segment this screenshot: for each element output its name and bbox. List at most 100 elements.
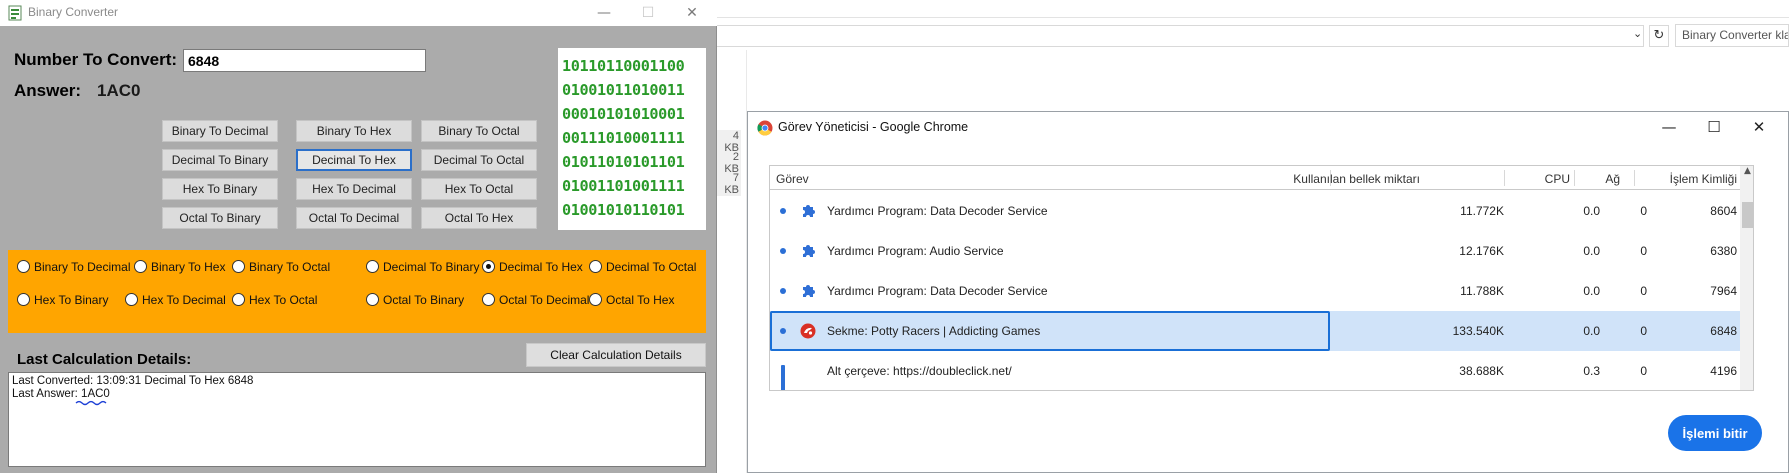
row-bullet: [780, 208, 786, 214]
binary-line: 01011010101101: [562, 153, 685, 171]
decimal-to-binary-button[interactable]: Decimal To Binary: [162, 149, 278, 171]
radio-decimal-to-octal[interactable]: Decimal To Octal: [589, 259, 696, 275]
binary-to-hex-button[interactable]: Binary To Hex: [296, 120, 412, 142]
frame-icon: [781, 365, 785, 390]
radio-binary-to-decimal[interactable]: Binary To Decimal: [17, 259, 130, 275]
cpu-value: 0.0: [1583, 284, 1600, 298]
binary-to-octal-button[interactable]: Binary To Octal: [421, 120, 537, 142]
pid-value: 6848: [1710, 324, 1737, 338]
network-value: 0: [1640, 244, 1647, 258]
answer-label: Answer:: [14, 81, 82, 100]
last-calculation-title: Last Calculation Details:: [17, 351, 192, 368]
network-value: 0: [1640, 204, 1647, 218]
last-answer-prefix: Last Answer:: [12, 388, 82, 400]
last-converted-line: Last Converted: 13:09:31 Decimal To Hex …: [12, 375, 254, 387]
hex-to-binary-button[interactable]: Hex To Binary: [162, 178, 278, 200]
octal-to-hex-button[interactable]: Octal To Hex: [421, 207, 537, 229]
calculation-details-box[interactable]: Last Converted: 13:09:31 Decimal To Hex …: [8, 372, 706, 467]
last-answer-line: Last Answer: 1AC0: [12, 388, 702, 401]
bg-search-input[interactable]: Binary Converter kla: [1675, 24, 1789, 47]
puzzle-icon: [803, 245, 815, 257]
scrollbar-thumb[interactable]: [1742, 202, 1753, 228]
radio-label: Binary To Octal: [249, 260, 331, 274]
hex-to-decimal-button[interactable]: Hex To Decimal: [296, 178, 412, 200]
clear-details-button[interactable]: Clear Calculation Details: [526, 343, 706, 367]
maximize-icon[interactable]: ☐: [1692, 114, 1736, 140]
column-divider[interactable]: [1504, 170, 1505, 186]
hex-to-octal-button[interactable]: Hex To Octal: [421, 178, 537, 200]
column-memory[interactable]: Kullanılan bellek miktarı: [1293, 172, 1420, 186]
pid-value: 4196: [1710, 364, 1737, 378]
radio-dot: [366, 293, 379, 306]
close-icon[interactable]: ✕: [672, 2, 712, 24]
radio-dot: [134, 260, 147, 273]
bg-address-bar[interactable]: [717, 25, 1644, 47]
scrollbar[interactable]: [1740, 166, 1753, 390]
bg-nav-pane: [717, 50, 747, 473]
table-header: Görev Kullanılan bellek miktarı CPU Ağ İ…: [770, 166, 1753, 190]
column-divider[interactable]: [1574, 170, 1575, 186]
chevron-down-icon[interactable]: ⌄: [1633, 27, 1647, 45]
number-label: Number To Convert:: [14, 50, 178, 69]
table-row-selected[interactable]: Sekme: Potty Racers | Addicting Games 13…: [770, 311, 1740, 351]
radio-dot: [482, 293, 495, 306]
bg-divider: [717, 17, 1789, 18]
column-pid[interactable]: İşlem Kimliği: [1670, 172, 1737, 186]
radio-hex-to-binary[interactable]: Hex To Binary: [17, 292, 108, 308]
scroll-up-icon[interactable]: ▲: [1740, 166, 1753, 180]
table-row[interactable]: Alt çerçeve: https://doubleclick.net/ 38…: [770, 351, 1740, 390]
app-icon: [8, 5, 22, 21]
binary-image: 10110110001100 01001011010011 0001010101…: [558, 48, 706, 230]
table-row[interactable]: Yardımcı Program: Audio Service 12.176K …: [770, 231, 1740, 271]
octal-to-decimal-button[interactable]: Octal To Decimal: [296, 207, 412, 229]
binary-line: 01001011010011: [562, 81, 685, 99]
memory-value: 38.688K: [1459, 364, 1504, 378]
puzzle-icon: [803, 205, 815, 217]
radio-label: Decimal To Hex: [499, 260, 583, 274]
table-row[interactable]: Yardımcı Program: Data Decoder Service 1…: [770, 191, 1740, 231]
table-row[interactable]: Yardımcı Program: Data Decoder Service 1…: [770, 271, 1740, 311]
pid-value: 8604: [1710, 204, 1737, 218]
column-cpu[interactable]: CPU: [1545, 172, 1570, 186]
binary-line: 01001101001111: [562, 177, 685, 195]
radio-decimal-to-hex[interactable]: Decimal To Hex: [482, 259, 583, 275]
radio-octal-to-binary[interactable]: Octal To Binary: [366, 292, 464, 308]
pid-value: 7964: [1710, 284, 1737, 298]
task-manager-title: Görev Yöneticisi - Google Chrome: [778, 120, 969, 134]
radio-hex-to-octal[interactable]: Hex To Octal: [232, 292, 317, 308]
task-manager-window: Görev Yöneticisi - Google Chrome — ☐ ✕ G…: [747, 111, 1789, 473]
cpu-value: 0.0: [1583, 324, 1600, 338]
cpu-value: 0.0: [1583, 244, 1600, 258]
minimize-icon[interactable]: —: [1647, 114, 1691, 140]
task-name: Yardımcı Program: Audio Service: [827, 244, 1004, 258]
column-task[interactable]: Görev: [776, 172, 809, 186]
memory-value: 11.788K: [1460, 284, 1504, 298]
binary-line: 10110110001100: [562, 57, 685, 75]
radio-decimal-to-binary[interactable]: Decimal To Binary: [366, 259, 479, 275]
radio-binary-to-octal[interactable]: Binary To Octal: [232, 259, 330, 275]
binary-to-decimal-button[interactable]: Binary To Decimal: [162, 120, 278, 142]
close-icon[interactable]: ✕: [1737, 114, 1781, 140]
radio-octal-to-hex[interactable]: Octal To Hex: [589, 292, 674, 308]
column-divider[interactable]: [1634, 170, 1635, 186]
last-answer-value: 1AC0: [81, 388, 110, 400]
radio-dot-selected: [482, 260, 495, 273]
radio-binary-to-hex[interactable]: Binary To Hex: [134, 259, 225, 275]
decimal-to-hex-button[interactable]: Decimal To Hex: [296, 149, 412, 171]
row-bullet: [780, 328, 786, 334]
end-process-button[interactable]: İşlemi bitir: [1668, 415, 1762, 451]
memory-value: 133.540K: [1452, 324, 1504, 338]
refresh-icon[interactable]: ↻: [1649, 25, 1669, 47]
radio-octal-to-decimal[interactable]: Octal To Decimal: [482, 292, 589, 308]
radio-label: Binary To Decimal: [34, 260, 131, 274]
radio-label: Hex To Decimal: [142, 293, 226, 307]
decimal-to-octal-button[interactable]: Decimal To Octal: [421, 149, 537, 171]
radio-dot: [125, 293, 138, 306]
network-value: 0: [1640, 364, 1647, 378]
number-input[interactable]: [183, 49, 426, 72]
process-table: Görev Kullanılan bellek miktarı CPU Ağ İ…: [769, 165, 1754, 391]
column-network[interactable]: Ağ: [1605, 172, 1620, 186]
minimize-icon[interactable]: —: [584, 2, 624, 24]
octal-to-binary-button[interactable]: Octal To Binary: [162, 207, 278, 229]
radio-hex-to-decimal[interactable]: Hex To Decimal: [125, 292, 226, 308]
